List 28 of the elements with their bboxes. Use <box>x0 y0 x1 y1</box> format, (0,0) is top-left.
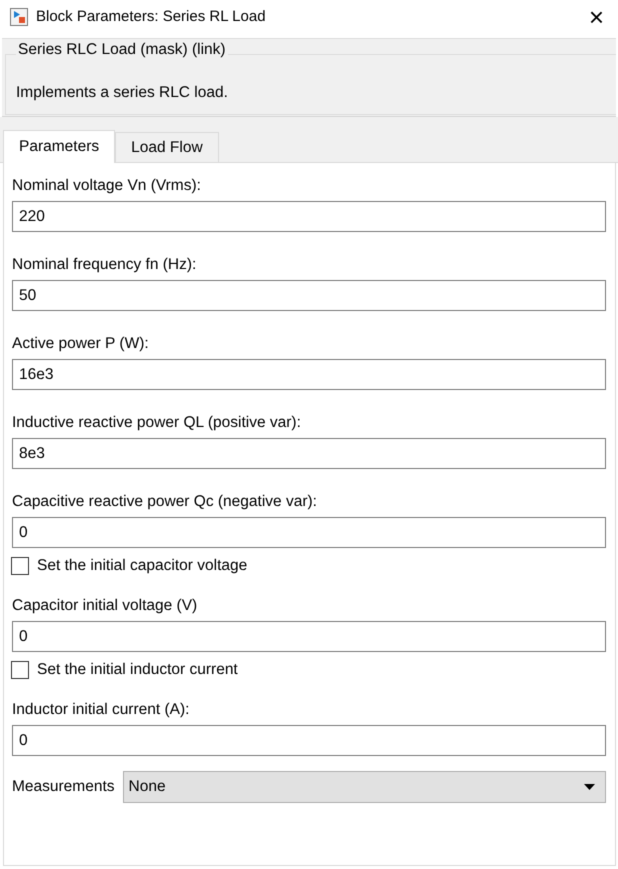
input-field[interactable]: 16e3 <box>12 359 606 390</box>
input-field[interactable]: 0 <box>12 517 606 548</box>
checkbox[interactable] <box>11 557 29 575</box>
app-icon <box>10 8 28 26</box>
input-field[interactable]: 0 <box>12 725 606 756</box>
tab[interactable]: Parameters <box>3 130 116 163</box>
field-label: Capacitor initial voltage (V) <box>12 596 198 616</box>
measurements-dropdown[interactable]: None <box>122 771 606 803</box>
tab[interactable]: Load Flow <box>115 132 219 162</box>
field-label: Nominal frequency fn (Hz): <box>12 255 198 275</box>
dropdown-label: Measurements <box>12 778 115 796</box>
checkbox[interactable] <box>11 661 29 679</box>
field-label: Inductor initial current (A): <box>12 700 190 720</box>
field-label: Nominal voltage Vn (Vrms): <box>12 176 202 196</box>
caret-icon <box>584 784 595 790</box>
input-field[interactable]: 50 <box>12 280 606 311</box>
window-title: Block Parameters: Series RL Load <box>36 8 267 25</box>
input-field[interactable]: 0 <box>12 621 606 652</box>
field-label: Inductive reactive power QL (positive var): <box>12 413 302 433</box>
group-title: Series RLC Load (mask) (link) <box>16 41 228 59</box>
checkbox-label: Set the initial inductor current <box>37 661 238 679</box>
close-button[interactable]: × <box>584 4 608 30</box>
description-text: Implements a series RLC load. <box>16 84 228 102</box>
field-label: Active power P (W): <box>12 334 150 354</box>
input-field[interactable]: 220 <box>12 201 606 232</box>
field-label: Capacitive reactive power Qc (negative var): <box>12 492 318 512</box>
checkbox-label: Set the initial capacitor voltage <box>37 557 248 575</box>
input-field[interactable]: 8e3 <box>12 438 606 469</box>
